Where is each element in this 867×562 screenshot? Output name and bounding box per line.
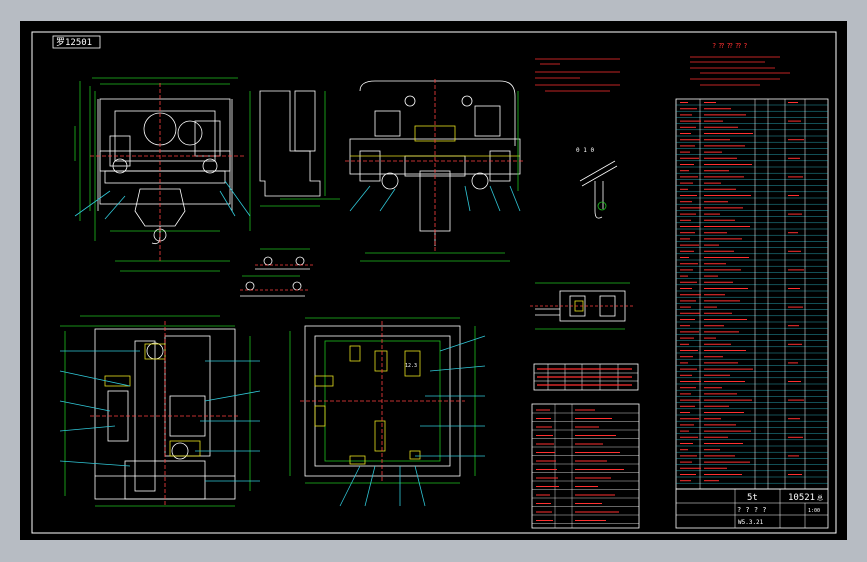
cad-drawing: 罗12501 0 1 0 ? ? ? ? 12.3 ? ? ? ? 5t 105…: [31, 31, 837, 534]
title-placeholder: ? ? ? ?: [737, 506, 767, 514]
parts-list: ? ? ? ?: [675, 42, 829, 490]
title-suffix: 总: [817, 494, 823, 502]
title-block: 5t 10521 总 ? ? ? ? W5.3.21 1:00: [675, 488, 829, 529]
specification-table: [531, 403, 640, 529]
corner-label: 罗12501: [56, 37, 92, 48]
hoist-front-view: [74, 77, 251, 272]
rail-detail: [240, 248, 315, 297]
parts-list-header: ? ? ? ?: [712, 42, 742, 50]
detail-label: 0 1 0: [576, 147, 594, 154]
rotate-label: 12.3: [405, 363, 417, 369]
title-capacity: 5t: [747, 493, 758, 503]
technical-notes-left: [535, 58, 620, 92]
hoist-side-view: [259, 79, 525, 262]
trolley-plan-view: [59, 315, 261, 507]
trolley-top-view: 12.3: [289, 317, 486, 507]
title-drawing-no: 10521: [788, 493, 815, 503]
title-scale-code: W5.3.21: [738, 519, 764, 526]
hook-detail: 0 1 0: [576, 147, 618, 219]
load-table: [533, 363, 639, 391]
coupling-detail: [530, 282, 635, 330]
cad-viewport[interactable]: 罗12501 0 1 0 ? ? ? ? 12.3 ? ? ? ? 5t 105…: [20, 21, 847, 540]
title-page-mark: 1:00: [808, 508, 820, 514]
